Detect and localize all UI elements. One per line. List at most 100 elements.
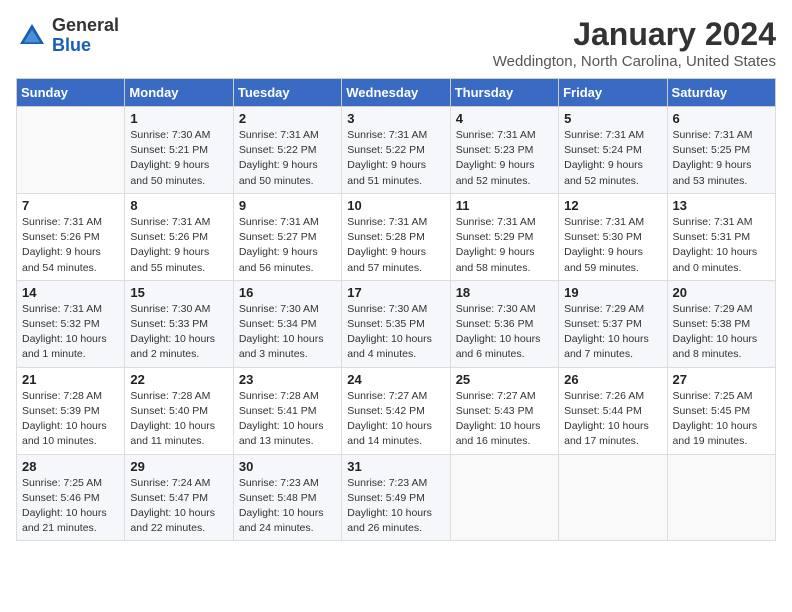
calendar-cell: 8 Sunrise: 7:31 AMSunset: 5:26 PMDaylight…: [125, 193, 233, 280]
calendar-week-4: 21 Sunrise: 7:28 AMSunset: 5:39 PMDayligh…: [17, 367, 776, 454]
day-number: 12: [564, 198, 661, 213]
calendar-cell: 4 Sunrise: 7:31 AMSunset: 5:23 PMDaylight…: [450, 107, 558, 194]
calendar-cell: 22 Sunrise: 7:28 AMSunset: 5:40 PMDayligh…: [125, 367, 233, 454]
logo-icon: [16, 20, 48, 52]
day-number: 10: [347, 198, 444, 213]
day-detail: Sunrise: 7:24 AMSunset: 5:47 PMDaylight:…: [130, 476, 227, 537]
day-detail: Sunrise: 7:31 AMSunset: 5:24 PMDaylight:…: [564, 128, 661, 189]
day-number: 26: [564, 372, 661, 387]
title-block: January 2024 Weddington, North Carolina,…: [493, 16, 776, 70]
calendar-cell: 1Sunrise: 7:30 AMSunset: 5:21 PMDaylight…: [125, 107, 233, 194]
calendar-cell: 26Sunrise: 7:26 AMSunset: 5:44 PMDayligh…: [559, 367, 667, 454]
day-number: 9: [239, 198, 336, 213]
day-number: 11: [456, 198, 553, 213]
day-number: 7: [22, 198, 119, 213]
calendar-cell: 17 Sunrise: 7:30 AMSunset: 5:35 PMDayligh…: [342, 280, 450, 367]
calendar-cell: 7 Sunrise: 7:31 AMSunset: 5:26 PMDaylight…: [17, 193, 125, 280]
day-detail: Sunrise: 7:28 AMSunset: 5:41 PMDaylight:…: [239, 389, 336, 450]
day-number: 6: [673, 111, 770, 126]
day-number: 23: [239, 372, 336, 387]
day-number: 13: [673, 198, 770, 213]
calendar-cell: 31 Sunrise: 7:23 AMSunset: 5:49 PMDayligh…: [342, 454, 450, 541]
day-detail: Sunrise: 7:30 AMSunset: 5:34 PMDaylight:…: [239, 302, 336, 363]
month-title: January 2024: [493, 16, 776, 53]
day-detail: Sunrise: 7:28 AMSunset: 5:39 PMDaylight:…: [22, 389, 119, 450]
calendar-cell: 20 Sunrise: 7:29 AMSunset: 5:38 PMDayligh…: [667, 280, 775, 367]
day-number: 15: [130, 285, 227, 300]
calendar-cell: 14 Sunrise: 7:31 AMSunset: 5:32 PMDayligh…: [17, 280, 125, 367]
day-number: 5: [564, 111, 661, 126]
day-detail: Sunrise: 7:31 AMSunset: 5:30 PMDaylight:…: [564, 215, 661, 276]
calendar-cell: [667, 454, 775, 541]
calendar-cell: 6 Sunrise: 7:31 AMSunset: 5:25 PMDaylight…: [667, 107, 775, 194]
day-number: 4: [456, 111, 553, 126]
calendar-cell: 24 Sunrise: 7:27 AMSunset: 5:42 PMDayligh…: [342, 367, 450, 454]
calendar-cell: [450, 454, 558, 541]
calendar-week-2: 7 Sunrise: 7:31 AMSunset: 5:26 PMDaylight…: [17, 193, 776, 280]
day-detail: Sunrise: 7:25 AMSunset: 5:46 PMDaylight:…: [22, 476, 119, 537]
day-number: 22: [130, 372, 227, 387]
day-detail: Sunrise: 7:31 AMSunset: 5:29 PMDaylight:…: [456, 215, 553, 276]
calendar-cell: 30 Sunrise: 7:23 AMSunset: 5:48 PMDayligh…: [233, 454, 341, 541]
day-detail: Sunrise: 7:31 AMSunset: 5:23 PMDaylight:…: [456, 128, 553, 189]
day-number: 19: [564, 285, 661, 300]
calendar-cell: 3Sunrise: 7:31 AMSunset: 5:22 PMDaylight…: [342, 107, 450, 194]
day-detail: Sunrise: 7:30 AMSunset: 5:35 PMDaylight:…: [347, 302, 444, 363]
calendar-cell: 10 Sunrise: 7:31 AMSunset: 5:28 PMDayligh…: [342, 193, 450, 280]
day-number: 21: [22, 372, 119, 387]
day-number: 27: [673, 372, 770, 387]
day-number: 17: [347, 285, 444, 300]
day-detail: Sunrise: 7:30 AMSunset: 5:21 PMDaylight:…: [130, 128, 227, 189]
day-number: 14: [22, 285, 119, 300]
day-number: 8: [130, 198, 227, 213]
calendar-cell: [559, 454, 667, 541]
calendar-cell: 25 Sunrise: 7:27 AMSunset: 5:43 PMDayligh…: [450, 367, 558, 454]
day-detail: Sunrise: 7:31 AMSunset: 5:25 PMDaylight:…: [673, 128, 770, 189]
day-header-monday: Monday: [125, 79, 233, 107]
day-detail: Sunrise: 7:23 AMSunset: 5:48 PMDaylight:…: [239, 476, 336, 537]
calendar-cell: [17, 107, 125, 194]
logo-general-text: General: [52, 16, 119, 36]
day-detail: Sunrise: 7:28 AMSunset: 5:40 PMDaylight:…: [130, 389, 227, 450]
calendar-table: SundayMondayTuesdayWednesdayThursdayFrid…: [16, 78, 776, 541]
day-number: 16: [239, 285, 336, 300]
calendar-cell: 16 Sunrise: 7:30 AMSunset: 5:34 PMDayligh…: [233, 280, 341, 367]
calendar-week-3: 14 Sunrise: 7:31 AMSunset: 5:32 PMDayligh…: [17, 280, 776, 367]
day-detail: Sunrise: 7:31 AMSunset: 5:28 PMDaylight:…: [347, 215, 444, 276]
calendar-cell: 9Sunrise: 7:31 AMSunset: 5:27 PMDaylight…: [233, 193, 341, 280]
day-detail: Sunrise: 7:31 AMSunset: 5:32 PMDaylight:…: [22, 302, 119, 363]
calendar-cell: 27Sunrise: 7:25 AMSunset: 5:45 PMDayligh…: [667, 367, 775, 454]
calendar-cell: 12 Sunrise: 7:31 AMSunset: 5:30 PMDayligh…: [559, 193, 667, 280]
day-header-wednesday: Wednesday: [342, 79, 450, 107]
logo: General Blue: [16, 16, 119, 56]
day-detail: Sunrise: 7:31 AMSunset: 5:26 PMDaylight:…: [130, 215, 227, 276]
day-number: 20: [673, 285, 770, 300]
calendar-week-1: 1Sunrise: 7:30 AMSunset: 5:21 PMDaylight…: [17, 107, 776, 194]
day-detail: Sunrise: 7:29 AMSunset: 5:38 PMDaylight:…: [673, 302, 770, 363]
day-detail: Sunrise: 7:23 AMSunset: 5:49 PMDaylight:…: [347, 476, 444, 537]
calendar-cell: 19 Sunrise: 7:29 AMSunset: 5:37 PMDayligh…: [559, 280, 667, 367]
day-detail: Sunrise: 7:27 AMSunset: 5:43 PMDaylight:…: [456, 389, 553, 450]
day-header-thursday: Thursday: [450, 79, 558, 107]
day-number: 2: [239, 111, 336, 126]
logo-blue-text: Blue: [52, 36, 119, 56]
day-number: 24: [347, 372, 444, 387]
calendar-header-row: SundayMondayTuesdayWednesdayThursdayFrid…: [17, 79, 776, 107]
day-number: 25: [456, 372, 553, 387]
day-number: 18: [456, 285, 553, 300]
day-detail: Sunrise: 7:30 AMSunset: 5:36 PMDaylight:…: [456, 302, 553, 363]
day-header-sunday: Sunday: [17, 79, 125, 107]
day-number: 30: [239, 459, 336, 474]
day-number: 28: [22, 459, 119, 474]
day-header-tuesday: Tuesday: [233, 79, 341, 107]
day-number: 31: [347, 459, 444, 474]
day-detail: Sunrise: 7:31 AMSunset: 5:26 PMDaylight:…: [22, 215, 119, 276]
calendar-week-5: 28 Sunrise: 7:25 AMSunset: 5:46 PMDayligh…: [17, 454, 776, 541]
day-detail: Sunrise: 7:31 AMSunset: 5:31 PMDaylight:…: [673, 215, 770, 276]
day-detail: Sunrise: 7:27 AMSunset: 5:42 PMDaylight:…: [347, 389, 444, 450]
day-header-saturday: Saturday: [667, 79, 775, 107]
calendar-cell: 11 Sunrise: 7:31 AMSunset: 5:29 PMDayligh…: [450, 193, 558, 280]
day-detail: Sunrise: 7:29 AMSunset: 5:37 PMDaylight:…: [564, 302, 661, 363]
page-header: General Blue January 2024 Weddington, No…: [16, 16, 776, 70]
location-subtitle: Weddington, North Carolina, United State…: [493, 53, 776, 70]
